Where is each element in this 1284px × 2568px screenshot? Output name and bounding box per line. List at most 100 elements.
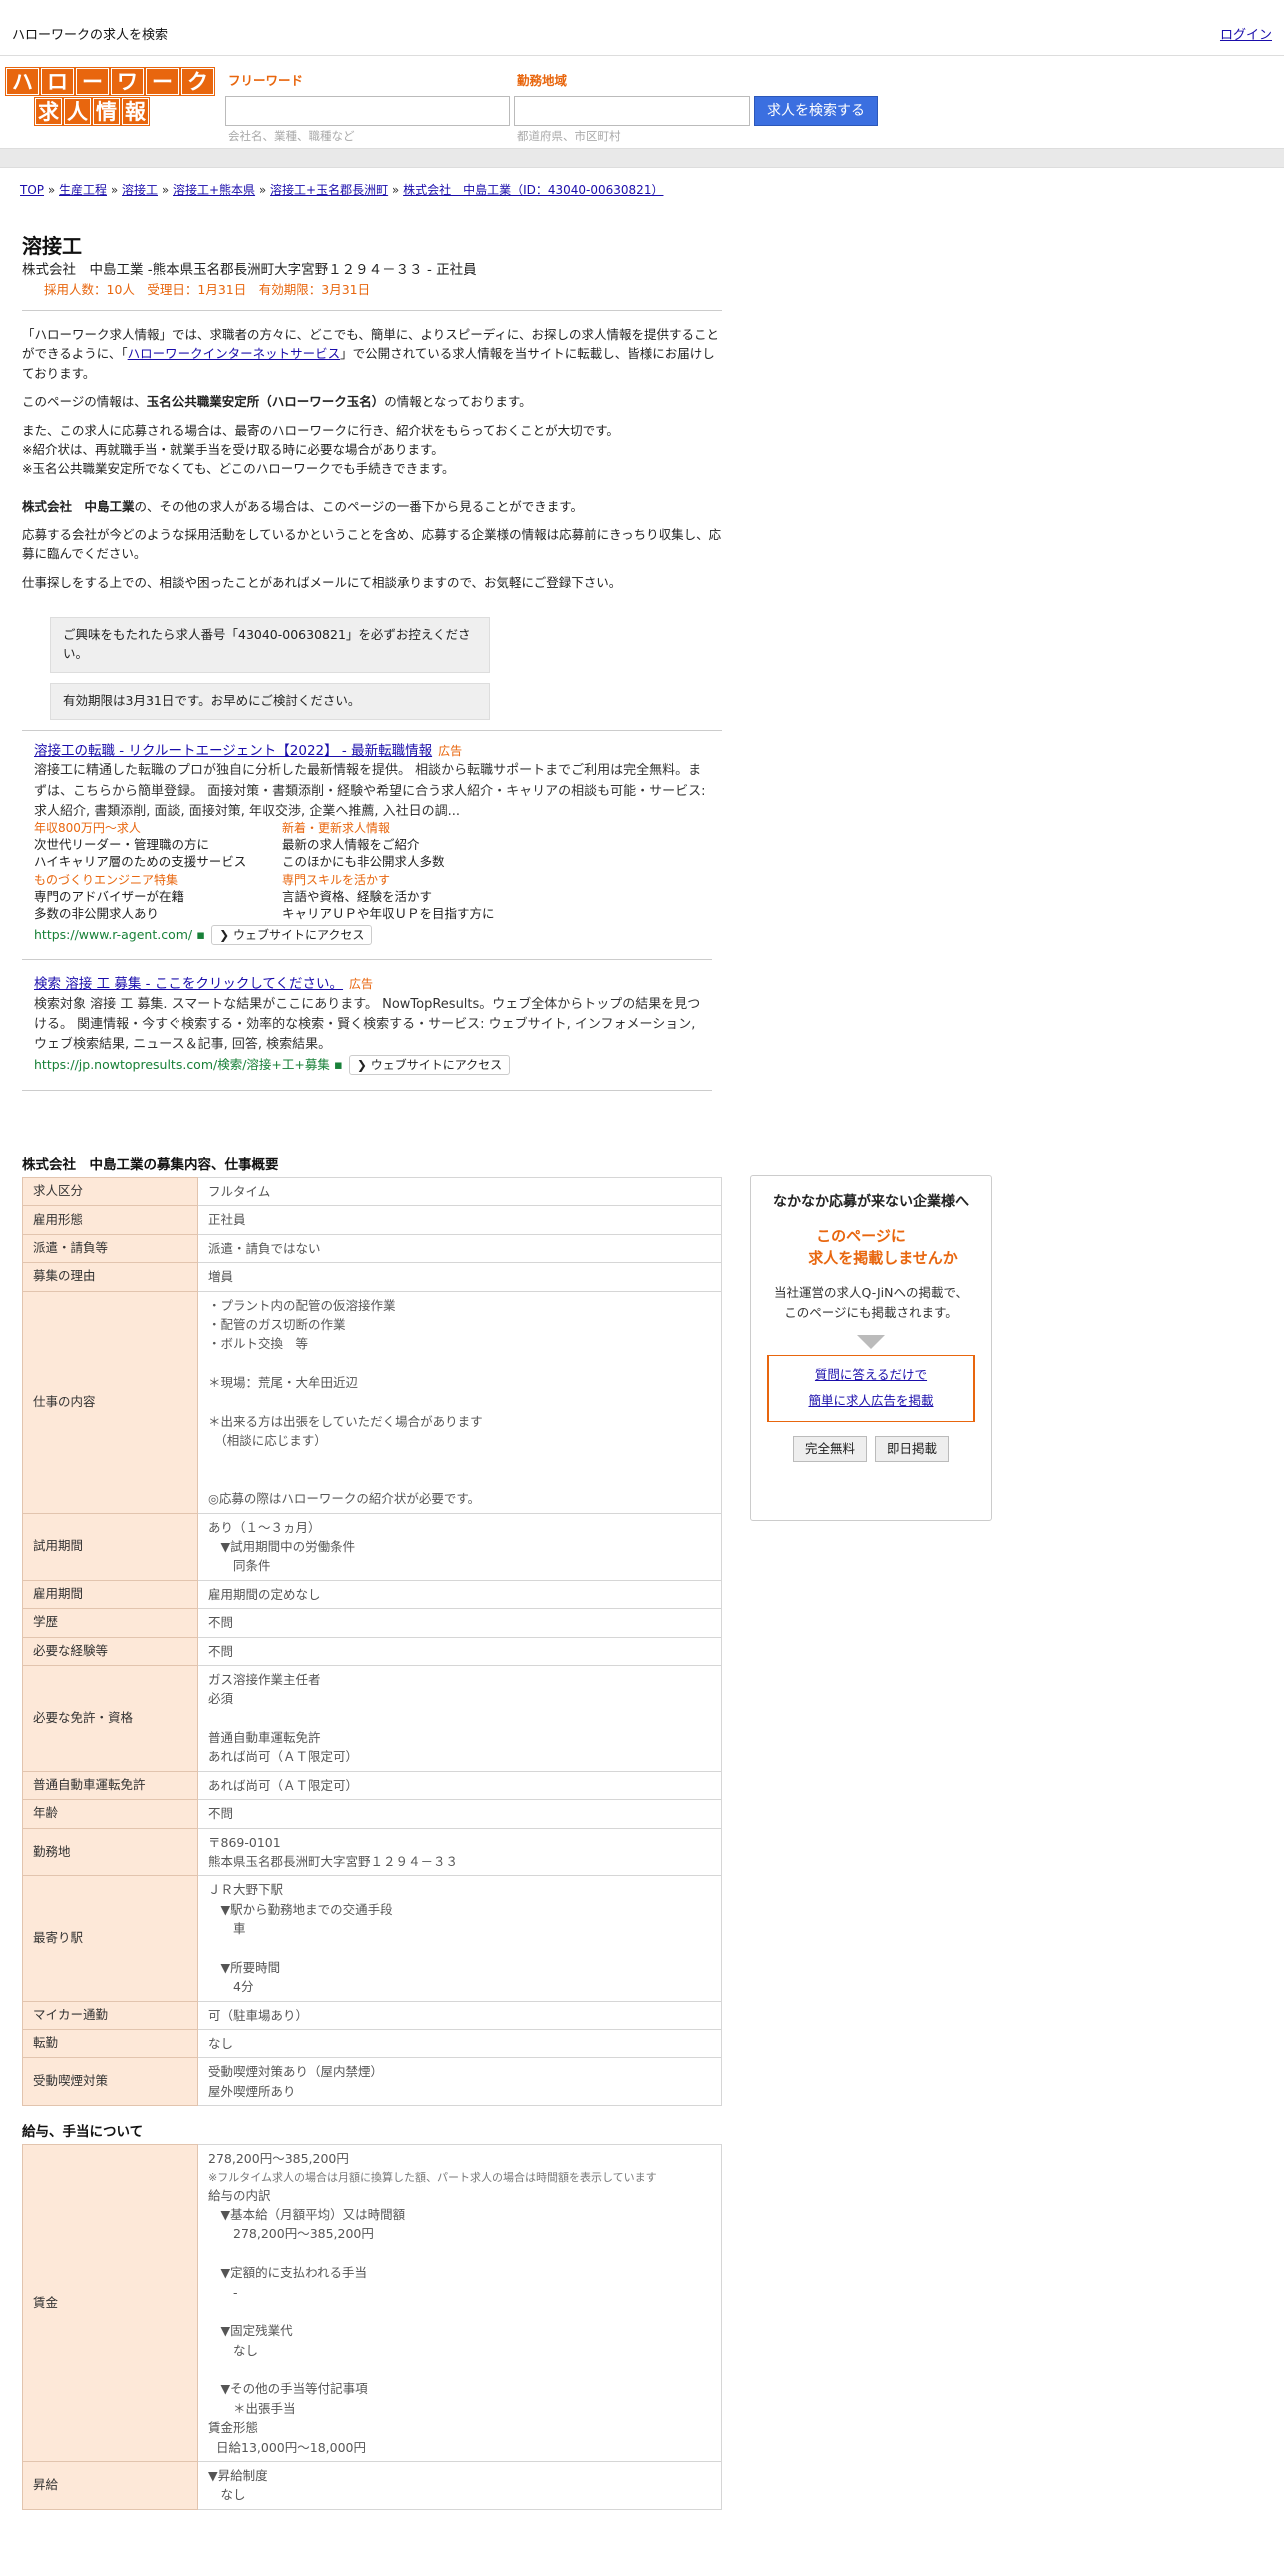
job-subtitle: 株式会社 中島工業 -熊本県玉名郡長洲町大字宮野１２９４－３３ - 正社員: [22, 262, 477, 278]
table-row: 転勤 なし: [22, 2028, 722, 2059]
job-title: 溶接工: [22, 234, 82, 258]
area-placeholder: 都道府県、市区町村: [517, 129, 621, 143]
intro-p3: また、この求人に応募される場合は、最寄のハローワークに行き、紹介状をもらっておく…: [22, 422, 619, 477]
ad-nowtopresults: 検索 溶接 工 募集 - ここをクリックしてください。 広告 検索対象 溶接 工 …: [34, 974, 710, 1076]
main-content: 溶接工 株式会社 中島工業 -熊本県玉名郡長洲町大字宮野１２９４－３３ - 正社…: [22, 232, 722, 2510]
logo-char: ク: [181, 68, 214, 95]
arrow-down-icon: [857, 1335, 885, 1349]
row-key: 必要な免許・資格: [22, 1664, 198, 1772]
breadcrumb-separator: »: [388, 183, 404, 197]
table-row: 募集の理由 増員: [22, 1262, 722, 1292]
free-button[interactable]: 完全無料: [792, 1435, 867, 1463]
intro-p4: 株式会社 中島工業の、その他の求人がある場合は、このページの一番下から見ることが…: [22, 498, 584, 514]
row-key: 普通自動車運転免許: [22, 1770, 198, 1801]
row-key: 転勤: [22, 2028, 198, 2059]
logo-char: 報: [122, 98, 149, 125]
sitelink[interactable]: 年収800万円～求人 次世代リーダー・管理職の方に ハイキャリア層のための支援サービ…: [34, 819, 282, 871]
table-row: 必要な経験等 不問: [22, 1636, 722, 1666]
ad-tag: 広告: [438, 743, 463, 758]
table-row: 勤務地 〒869-0101 熊本県玉名郡長洲町大字宮野１２９４－３３: [22, 1827, 722, 1877]
table-row: 雇用期間 雇用期間の定めなし: [22, 1579, 722, 1610]
freeword-input[interactable]: [225, 96, 510, 126]
deadline-note: 有効期限は3月31日です。お早めにご検討ください。: [50, 683, 490, 720]
row-key: 雇用期間: [22, 1579, 198, 1610]
breadcrumb: TOP » 生産工程 » 溶接工 » 溶接工+熊本県 » 溶接工+玉名郡長洲町 …: [20, 181, 663, 199]
salary-title: 給与、手当について: [22, 2124, 144, 2141]
table-row: 昇給 ▼昇給制度 なし: [22, 2460, 722, 2510]
row-value: ▼昇給制度 なし: [197, 2460, 722, 2510]
salary-table: 賃金 278,200円〜385,200円 ※フルタイム求人の場合は月額に換算した…: [22, 2144, 722, 2510]
row-value: ガス溶接作業主任者 必須 普通自動車運転免許 あれば尚可（ＡＴ限定可）: [197, 1664, 722, 1772]
ad-title-link[interactable]: 溶接工の転職 - リクルートエージェント【2022】 - 最新転職情報: [34, 743, 432, 759]
table-row: 最寄り駅 ＪＲ大野下駅 ▼駅から勤務地までの交通手段 車 ▼所要時間 4分: [22, 1875, 722, 2002]
row-value: 雇用期間の定めなし: [197, 1579, 722, 1610]
promo-link-post[interactable]: 簡単に求人広告を掲載: [808, 1393, 933, 1408]
logo-char: ー: [146, 68, 179, 95]
row-key: 雇用形態: [22, 1205, 198, 1235]
row-key: 勤務地: [22, 1827, 198, 1877]
ad-url[interactable]: https://jp.nowtopresults.com/検索/溶接+工+募集: [34, 1057, 330, 1072]
ad-title-link[interactable]: 検索 溶接 工 募集 - ここをクリックしてください。: [34, 976, 343, 992]
row-key: 年齢: [22, 1799, 198, 1829]
hellowork-logo[interactable]: ハローワーク 求人情報: [6, 68, 214, 126]
row-value: あれば尚可（ＡＴ限定可）: [197, 1770, 722, 1801]
row-value: 不問: [197, 1608, 722, 1638]
promo-link-question[interactable]: 質問に答えるだけで: [815, 1367, 927, 1382]
row-key: 賃金: [22, 2144, 198, 2462]
breadcrumb-separator: »: [158, 183, 173, 197]
breadcrumb-link[interactable]: 生産工程: [59, 183, 107, 197]
row-value: 可（駐車場あり）: [197, 2000, 722, 2030]
table-row: 学歴 不問: [22, 1608, 722, 1638]
row-key: 求人区分: [22, 1177, 198, 1207]
row-key: 必要な経験等: [22, 1636, 198, 1666]
hellowork-internet-link[interactable]: ハローワークインターネットサービス: [128, 346, 341, 361]
search-button[interactable]: 求人を検索する: [754, 96, 878, 126]
table-row: 仕事の内容 ・プラント内の配管の仮溶接作業 ・配管のガス切断の作業 ・ボルト交換 …: [22, 1290, 722, 1514]
breadcrumb-link[interactable]: 株式会社 中島工業（ID：43040-00630821）: [403, 183, 663, 197]
logo-char: ロ: [41, 68, 74, 95]
ad-recruit-agent: 溶接工の転職 - リクルートエージェント【2022】 - 最新転職情報 広告 溶接…: [34, 741, 710, 946]
breadcrumb-link[interactable]: TOP: [20, 183, 44, 197]
breadcrumb-separator: »: [107, 183, 122, 197]
row-key: 募集の理由: [22, 1262, 198, 1292]
visit-website-button[interactable]: ❯ ウェブサイトにアクセス: [348, 1055, 511, 1076]
same-day-button[interactable]: 即日掲載: [875, 1435, 950, 1463]
row-value: 〒869-0101 熊本県玉名郡長洲町大字宮野１２９４－３３: [197, 1827, 722, 1877]
table-row: 年齢 不問: [22, 1799, 722, 1829]
area-input[interactable]: [514, 96, 750, 126]
breadcrumb-separator: »: [255, 183, 271, 197]
area-label: 勤務地域: [517, 73, 568, 88]
salary-breakdown: ▼基本給（月額平均）又は時間額 278,200円〜385,200円 ▼定額的に支…: [220, 2207, 406, 2416]
sitelink[interactable]: 専門スキルを活かす 言語や資格、経験を活かす キャリアＵＰや年収ＵＰを目指す方に: [282, 871, 530, 923]
logo-char: ワ: [111, 68, 144, 95]
intro-p5: 応募する会社が今どのような採用活動をしているかということを含め、応募する企業様の…: [22, 527, 722, 562]
breadcrumb-link[interactable]: 溶接工+熊本県: [173, 183, 255, 197]
row-value: フルタイム: [197, 1177, 722, 1207]
divider: [22, 729, 722, 731]
divider: [22, 310, 722, 311]
row-value: ＪＲ大野下駅 ▼駅から勤務地までの交通手段 車 ▼所要時間 4分: [197, 1875, 722, 2002]
sitelink[interactable]: 新着・更新求人情報 最新の求人情報をご紹介 このほかにも非公開求人多数: [282, 819, 530, 871]
breadcrumb-link[interactable]: 溶接工: [122, 183, 158, 197]
job-overview-table: 求人区分 フルタイム 雇用形態 正社員 派遣・請負等 派遣・請負ではない 募集の理由 増員 仕事…: [22, 1177, 722, 2107]
breadcrumb-link[interactable]: 溶接工+玉名郡長洲町: [270, 183, 388, 197]
row-key: 最寄り駅: [22, 1875, 198, 2002]
salary-breakdown-heading: 給与の内訳: [208, 2187, 271, 2203]
row-value: 派遣・請負ではない: [197, 1233, 722, 1264]
table-row: 雇用形態 正社員: [22, 1205, 722, 1235]
table-row: 求人区分 フルタイム: [22, 1177, 722, 1207]
row-key: 仕事の内容: [22, 1290, 198, 1514]
visit-website-button[interactable]: ❯ ウェブサイトにアクセス: [211, 924, 373, 945]
row-key: 派遣・請負等: [22, 1233, 198, 1264]
promo-heading: なかなか応募が来ない企業様へ: [773, 1194, 969, 1210]
logo-char: 情: [93, 98, 120, 125]
ad-url[interactable]: https://www.r-agent.com/: [34, 927, 192, 942]
job-meta: 採用人数：10人 受理日：1月31日 有効期限：3月31日: [44, 282, 371, 298]
freeword-placeholder: 会社名、業種、職種など: [228, 129, 355, 143]
sitelink[interactable]: ものづくりエンジニア特集 専門のアドバイザーが在籍 多数の非公開求人あり: [34, 871, 282, 923]
logo-char: 求: [35, 98, 62, 125]
row-key: 学歴: [22, 1608, 198, 1638]
table-row: 受動喫煙対策 受動喫煙対策あり（屋内禁煙） 屋外喫煙所あり: [22, 2057, 722, 2107]
login-link[interactable]: ログイン: [1220, 26, 1272, 46]
promo-offer-2: 求人を掲載しませんか: [808, 1249, 958, 1267]
